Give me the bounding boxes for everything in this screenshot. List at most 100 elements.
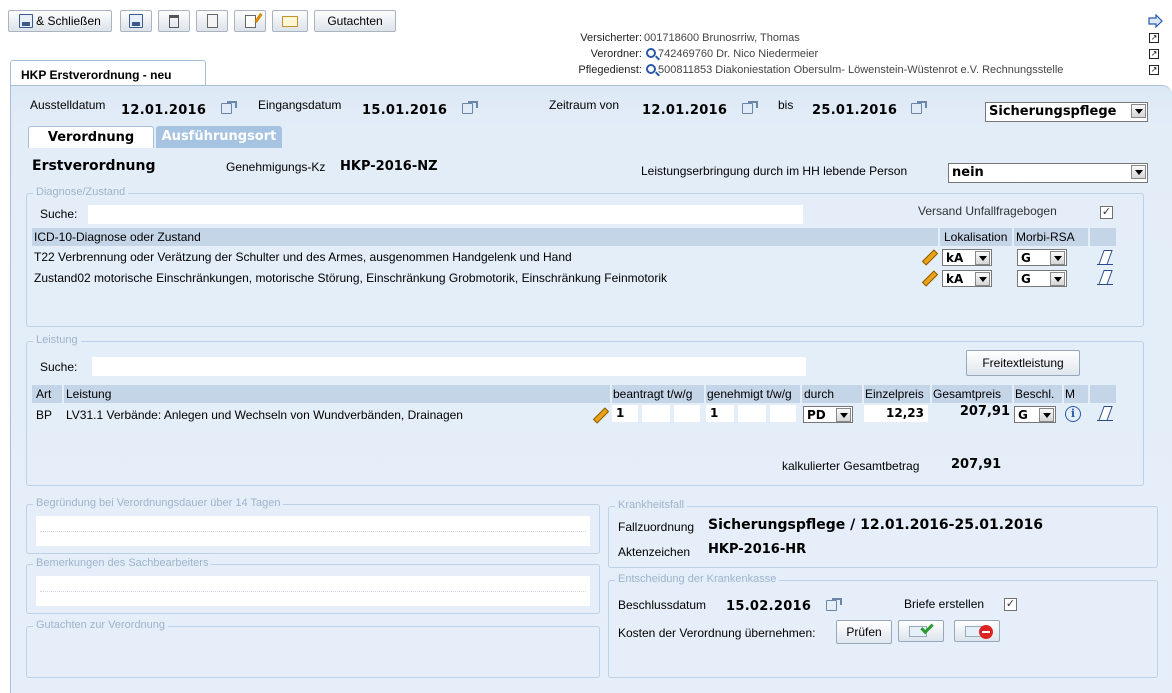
- divider: [40, 591, 586, 592]
- calendar-icon[interactable]: [826, 598, 842, 611]
- clipboard-button[interactable]: [196, 10, 228, 32]
- pflegeart-value: Sicherungspflege: [989, 104, 1117, 119]
- col-gesamtpreis: Gesamtpreis: [932, 385, 1012, 403]
- open-verordner-icon[interactable]: ↗: [1149, 49, 1159, 59]
- calendar-icon[interactable]: [911, 101, 927, 114]
- versand-label: Versand Unfallfragebogen: [918, 204, 1057, 218]
- ausstelldatum-value[interactable]: 12.01.2016: [121, 103, 206, 118]
- beschl-select[interactable]: G: [1014, 406, 1056, 423]
- pflegedienst-row: 500811853 Diakoniestation Obersulm- Löwe…: [646, 64, 1063, 76]
- tab-ausfuehrungsort[interactable]: Ausführungsort: [156, 126, 282, 148]
- search-pflegedienst-icon[interactable]: [646, 64, 656, 74]
- beschlussdatum-value[interactable]: 15.02.2016: [726, 599, 811, 614]
- open-pflegedienst-icon[interactable]: ↗: [1149, 65, 1159, 75]
- diagnose-search-input[interactable]: [88, 205, 803, 224]
- entscheidung-legend: Entscheidung der Krankenkasse: [615, 573, 780, 585]
- aktenzeichen-label: Aktenzeichen: [618, 545, 691, 559]
- chevron-down-icon: [1039, 408, 1054, 422]
- leistung-art: BP: [36, 408, 53, 422]
- edit-pencil-icon[interactable]: [592, 407, 608, 423]
- navigate-forward-icon[interactable]: [1148, 13, 1164, 29]
- zeitraum-von-label: Zeitraum von: [549, 98, 620, 112]
- leistung-search-label: Suche:: [40, 360, 78, 374]
- krankheitsfall-legend: Krankheitsfall: [615, 499, 688, 511]
- pflegedienst-label: Pflegedienst:: [578, 64, 642, 76]
- approve-button[interactable]: [898, 620, 944, 642]
- calendar-icon[interactable]: [221, 101, 237, 114]
- tab-hkp-erstverordnung[interactable]: HKP Erstverordnung - neu: [10, 60, 206, 86]
- col-beschl: Beschl.: [1014, 385, 1062, 403]
- pruefen-button[interactable]: Prüfen: [836, 620, 892, 644]
- edit-pencil-icon[interactable]: [921, 249, 937, 265]
- lokalisation-value: kA: [946, 272, 964, 286]
- zeitraum-von-value[interactable]: 12.01.2016: [642, 103, 727, 118]
- search-verordner-icon[interactable]: [646, 48, 656, 58]
- diagnose-text: Zustand02 motorische Einschränkungen, mo…: [34, 271, 667, 285]
- beantragt-t-input[interactable]: 1: [612, 405, 638, 422]
- eraser-icon[interactable]: [1097, 269, 1113, 285]
- edit-document-icon: [244, 14, 256, 28]
- reject-button[interactable]: [954, 620, 1000, 642]
- eingangsdatum-value[interactable]: 15.01.2016: [362, 103, 447, 118]
- genehmigt-t-input[interactable]: 1: [706, 405, 734, 422]
- col-einzelpreis: Einzelpreis: [864, 385, 930, 403]
- save-button[interactable]: [120, 10, 152, 32]
- save-close-button[interactable]: & Schließen: [8, 10, 112, 32]
- chevron-down-icon: [975, 251, 990, 265]
- verordnung-type: Erstverordnung: [32, 158, 156, 174]
- diagnose-text: T22 Verbrennung oder Verätzung der Schul…: [34, 250, 572, 264]
- bis-value[interactable]: 25.01.2016: [812, 103, 897, 118]
- calendar-icon[interactable]: [742, 101, 758, 114]
- morbi-select[interactable]: G: [1017, 249, 1067, 266]
- freitextleistung-button[interactable]: Freitextleistung: [966, 350, 1080, 376]
- versand-checkbox[interactable]: ✓: [1100, 206, 1113, 219]
- versicherter-value: 001718600 Brunosrriw, Thomas: [644, 32, 800, 44]
- edit-document-button[interactable]: [234, 10, 266, 32]
- checkmark-icon: [920, 620, 934, 635]
- pflegeart-select[interactable]: Sicherungspflege: [985, 102, 1148, 122]
- durch-select[interactable]: PD: [803, 406, 853, 423]
- gutachten-fieldset: Gutachten zur Verordnung: [26, 619, 600, 678]
- morbi-select[interactable]: G: [1017, 270, 1067, 287]
- chevron-down-icon: [836, 408, 851, 422]
- eraser-icon[interactable]: [1097, 405, 1113, 421]
- genehmigt-g-input[interactable]: [770, 405, 796, 422]
- leistung-legend: Leistung: [33, 334, 81, 346]
- col-art: Art: [32, 385, 62, 403]
- begruendung-legend: Begründung bei Verordnungsdauer über 14 …: [33, 497, 284, 509]
- gesamtpreis-value: 207,91: [959, 404, 1010, 419]
- chevron-down-icon: [1050, 251, 1065, 265]
- lokalisation-select[interactable]: kA: [942, 249, 992, 266]
- col-diagnose: ICD-10-Diagnose oder Zustand: [32, 228, 938, 246]
- morbi-value: G: [1021, 272, 1031, 286]
- lokalisation-select[interactable]: kA: [942, 270, 992, 287]
- leistungserbringung-label: Leistungserbringung durch im HH lebende …: [641, 164, 908, 178]
- fallzuordnung-label: Fallzuordnung: [618, 520, 695, 534]
- delete-button[interactable]: [158, 10, 190, 32]
- leistungserbringung-select[interactable]: nein: [948, 163, 1148, 183]
- beantragt-w-input[interactable]: [642, 405, 670, 422]
- versicherter-label: Versicherter:: [580, 32, 642, 44]
- beantragt-g-input[interactable]: [674, 405, 700, 422]
- briefe-checkbox[interactable]: ✓: [1004, 598, 1017, 611]
- open-versicherter-icon[interactable]: ↗: [1149, 33, 1159, 43]
- leistung-search-input[interactable]: [92, 357, 806, 376]
- gutachten-button[interactable]: Gutachten: [314, 10, 396, 32]
- genehmigt-w-input[interactable]: [738, 405, 766, 422]
- chevron-down-icon: [1050, 272, 1065, 286]
- edit-pencil-icon[interactable]: [921, 270, 937, 286]
- col-actions: [1090, 385, 1116, 403]
- mail-button[interactable]: [272, 10, 308, 32]
- bemerkungen-legend: Bemerkungen des Sachbearbeiters: [33, 557, 212, 569]
- beschl-value: G: [1018, 408, 1028, 422]
- save-icon: [19, 14, 34, 28]
- krankheitsfall-fieldset: Krankheitsfall: [608, 499, 1158, 568]
- total-label: kalkulierter Gesamtbetrag: [782, 459, 920, 473]
- col-beantragt: beantragt t/w/g: [612, 385, 704, 403]
- tab-verordnung[interactable]: Verordnung: [28, 126, 154, 148]
- info-icon[interactable]: i: [1065, 406, 1081, 422]
- calendar-icon[interactable]: [462, 101, 478, 114]
- eraser-icon[interactable]: [1097, 249, 1113, 265]
- col-actions: [1090, 228, 1116, 246]
- einzelpreis-input[interactable]: 12,23: [864, 405, 928, 422]
